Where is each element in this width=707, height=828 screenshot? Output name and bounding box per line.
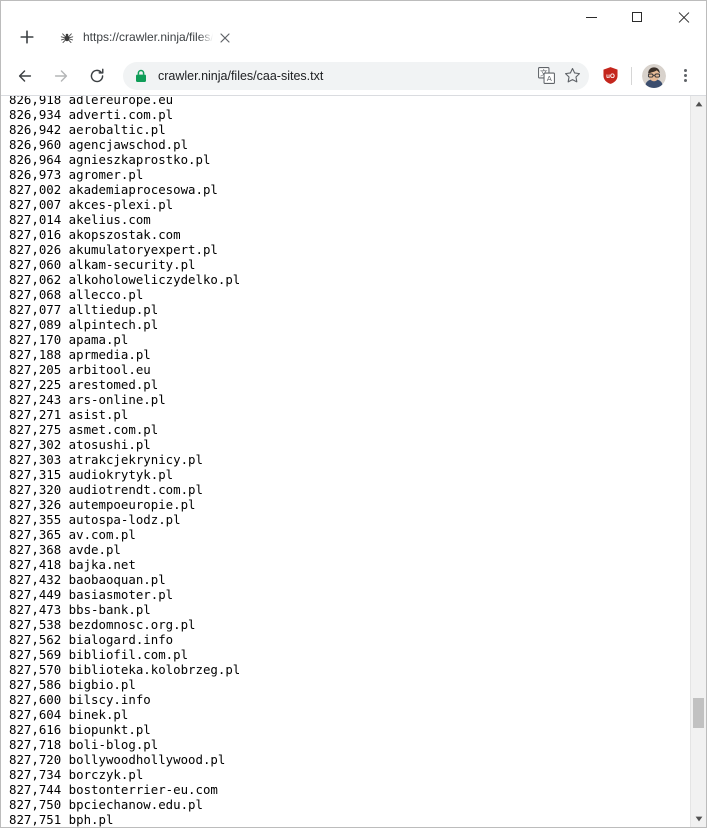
new-tab-button[interactable] [13,23,41,51]
address-bar-url: crawler.ninja/files/caa-sites.txt [158,68,324,83]
back-button[interactable] [10,61,40,91]
menu-dot-icon [683,68,687,72]
reload-icon [90,68,104,82]
scroll-down-button[interactable] [691,811,706,827]
avatar[interactable] [642,63,666,88]
close-icon [677,11,689,23]
browser-toolbar: crawler.ninja/files/caa-sites.txt 文 A uO [1,56,706,96]
browser-window: https://crawler.ninja/files/ crawler.nin… [0,0,707,828]
scrollbar-thumb[interactable] [693,698,704,728]
tab-strip: https://crawler.ninja/files/ [1,1,706,56]
minimize-icon [585,16,597,18]
chevron-up-icon [695,101,702,107]
tab-close-button[interactable] [217,30,233,46]
translate-icon[interactable]: 文 A [533,63,559,89]
menu-dot-icon [683,74,687,77]
close-window-button[interactable] [660,1,706,33]
forward-button[interactable] [46,61,76,91]
plaintext-body: 826,918 adlereurope.eu 826,934 adverti.c… [9,96,241,827]
vertical-scrollbar[interactable] [690,96,706,827]
spider-icon [59,30,75,46]
lock-icon [135,69,149,83]
svg-text:uO: uO [606,73,615,80]
chevron-down-icon [695,816,702,822]
plaintext-viewport[interactable]: 826,918 adlereurope.eu 826,934 adverti.c… [1,96,690,827]
menu-dot-icon [683,79,687,83]
minimize-button[interactable] [568,1,614,33]
extension-ublock-origin[interactable]: uO [597,62,623,90]
page-content: 826,918 adlereurope.eu 826,934 adverti.c… [1,96,706,827]
reload-button[interactable] [82,61,112,91]
plus-icon [20,30,34,44]
bookmark-star-icon[interactable] [559,63,585,89]
maximize-icon [632,12,642,22]
arrow-right-icon [54,69,68,82]
chrome-menu-button[interactable] [672,62,698,90]
address-bar[interactable]: crawler.ninja/files/caa-sites.txt 文 A [123,61,589,90]
maximize-button[interactable] [614,1,660,33]
tab-title: https://crawler.ninja/files/ [83,30,213,44]
arrow-left-icon [18,69,32,82]
toolbar-divider [631,66,632,85]
browser-tab[interactable]: https://crawler.ninja/files/ [49,21,239,54]
close-icon [220,32,230,43]
window-controls [568,1,706,33]
scroll-up-button[interactable] [691,96,706,112]
